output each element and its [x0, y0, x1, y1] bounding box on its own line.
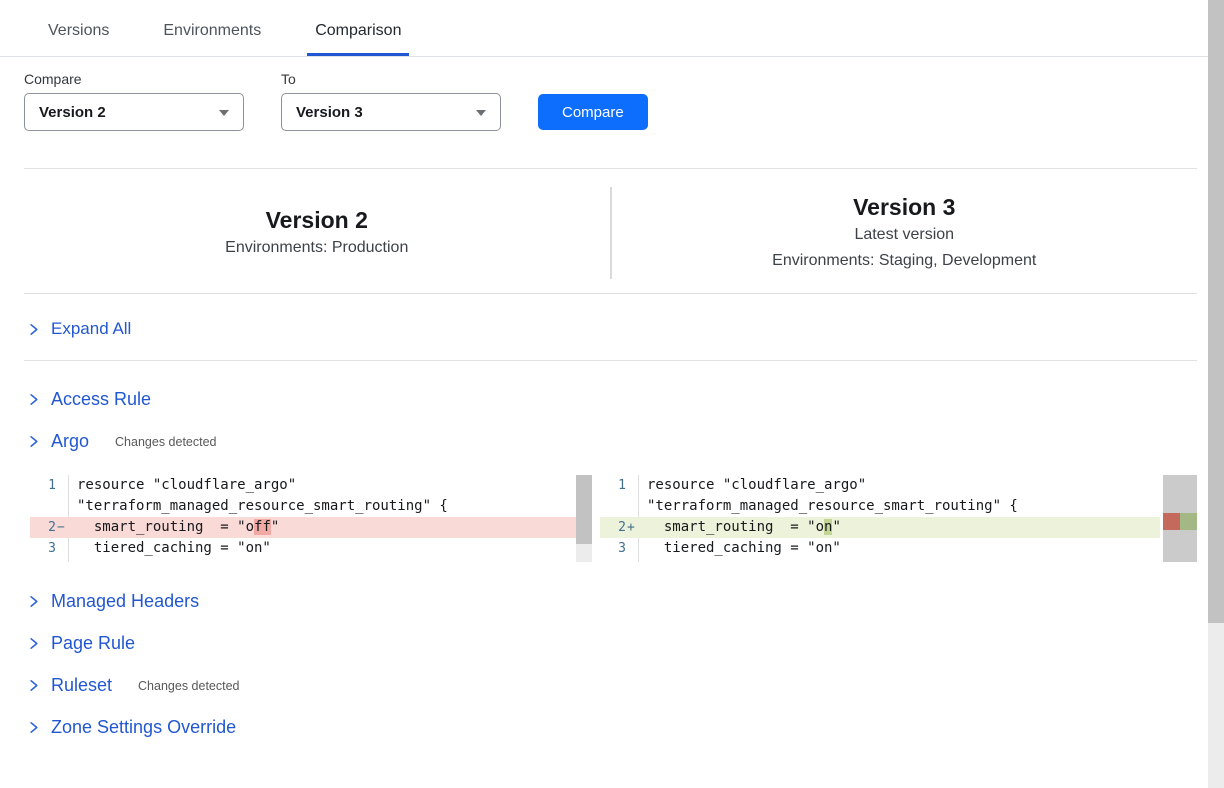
diff-line: 2− smart_routing = "off" [30, 517, 592, 538]
compare-button[interactable]: Compare [538, 94, 648, 130]
scrollbar-right[interactable] [1208, 0, 1224, 788]
version-headers: Version 2 Environments: Production Versi… [24, 187, 1197, 279]
tab-comparison[interactable]: Comparison [307, 12, 409, 56]
chevron-right-icon [26, 720, 41, 735]
diff-line: 3 tiered_caching = "on" [30, 538, 592, 559]
divider [24, 293, 1197, 294]
tab-bar: Versions Environments Comparison [0, 0, 1224, 57]
section-label: Page Rule [51, 633, 135, 654]
expand-all-button[interactable]: Expand All [0, 314, 1224, 344]
tab-versions[interactable]: Versions [40, 12, 117, 56]
section-list: Access Rule Argo Changes detected 1resou… [0, 385, 1224, 741]
section-zone-settings-override[interactable]: Zone Settings Override [0, 713, 1224, 741]
code-block-right: 1resource "cloudflare_argo""terraform_ma… [600, 475, 1160, 562]
tab-environments[interactable]: Environments [155, 12, 269, 56]
changes-badge: Changes detected [138, 679, 239, 693]
section-managed-headers[interactable]: Managed Headers [0, 587, 1224, 615]
minimap-deletion-mark [1163, 513, 1180, 530]
diff-line: 1resource "cloudflare_argo" [30, 475, 592, 496]
chevron-right-icon [26, 636, 41, 651]
diff-panel-right: 1resource "cloudflare_argo""terraform_ma… [600, 475, 1160, 562]
chevron-right-icon [26, 322, 41, 337]
chevron-right-icon [26, 392, 41, 407]
divider [24, 168, 1197, 169]
compare-controls: Compare Version 2 To Version 3 Compare [0, 57, 1224, 131]
chevron-right-icon [26, 594, 41, 609]
compare-to-label: To [281, 71, 501, 87]
section-label: Zone Settings Override [51, 717, 236, 738]
section-access-rule[interactable]: Access Rule [0, 385, 1224, 413]
section-label: Ruleset [51, 675, 112, 696]
code-block-left: 1resource "cloudflare_argo""terraform_ma… [30, 475, 592, 562]
divider [24, 360, 1197, 361]
version-right-subtitle: Latest version [854, 222, 954, 248]
diff-line: 1resource "cloudflare_argo" [600, 475, 1160, 496]
diff-line: "terraform_managed_resource_smart_routin… [30, 496, 592, 517]
compare-from-label: Compare [24, 71, 244, 87]
version-right-environments: Environments: Staging, Development [772, 248, 1036, 274]
version-right-header: Version 3 Latest version Environments: S… [612, 187, 1198, 279]
expand-all-label: Expand All [51, 319, 131, 339]
compare-from-dropdown[interactable]: Version 2 [24, 93, 244, 131]
diff-line: } [30, 559, 592, 562]
version-left-header: Version 2 Environments: Production [24, 187, 612, 279]
changes-badge: Changes detected [115, 435, 216, 449]
section-page-rule[interactable]: Page Rule [0, 629, 1224, 657]
version-left-environments: Environments: Production [225, 235, 408, 261]
argo-diff-viewer: 1resource "cloudflare_argo""terraform_ma… [30, 475, 1197, 562]
compare-to-value: Version 3 [296, 104, 363, 121]
section-label: Argo [51, 431, 89, 452]
diff-line: } [600, 559, 1160, 562]
scrollbar-left[interactable] [576, 475, 592, 562]
version-right-title: Version 3 [853, 192, 955, 222]
minimap-addition-mark [1180, 513, 1197, 530]
chevron-down-icon [476, 110, 486, 116]
compare-to-dropdown[interactable]: Version 3 [281, 93, 501, 131]
section-label: Access Rule [51, 389, 151, 410]
diff-line: 3 tiered_caching = "on" [600, 538, 1160, 559]
section-ruleset[interactable]: Ruleset Changes detected [0, 671, 1224, 699]
diff-minimap[interactable] [1163, 475, 1197, 562]
section-argo[interactable]: Argo Changes detected [0, 427, 1224, 455]
diff-line: "terraform_managed_resource_smart_routin… [600, 496, 1160, 517]
chevron-right-icon [26, 678, 41, 693]
chevron-down-icon [219, 110, 229, 116]
chevron-right-icon [26, 434, 41, 449]
diff-line: 2+ smart_routing = "on" [600, 517, 1160, 538]
compare-from-value: Version 2 [39, 104, 106, 121]
version-left-title: Version 2 [266, 205, 368, 235]
section-label: Managed Headers [51, 591, 199, 612]
diff-panel-left: 1resource "cloudflare_argo""terraform_ma… [30, 475, 592, 562]
